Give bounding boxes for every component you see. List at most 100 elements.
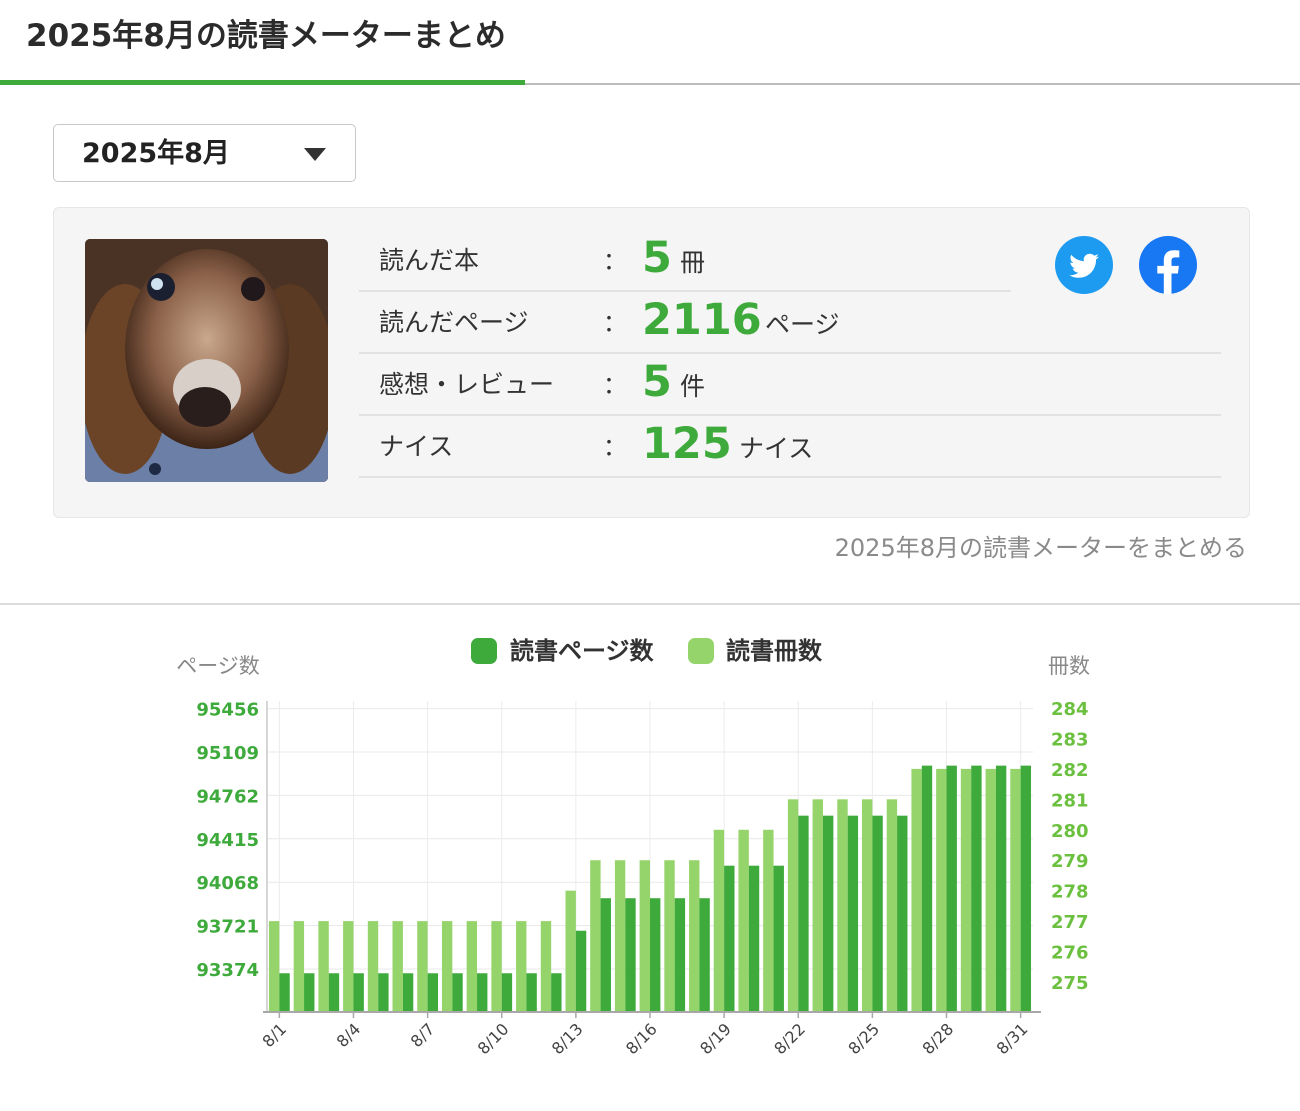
stat-row-reviews: 感想・レビュー ： 5 件 <box>359 354 1221 416</box>
left-tick-label: 94762 <box>196 786 259 807</box>
left-tick-label: 94068 <box>196 873 259 894</box>
left-axis-title: ページ数 <box>176 654 260 678</box>
right-axis-title: 冊数 <box>1048 654 1090 678</box>
bar-books <box>812 799 823 1012</box>
bar-pages <box>328 973 340 1012</box>
stat-row-pages: 読んだページ ： 2116 ページ <box>359 292 1221 354</box>
bar-books <box>985 768 996 1012</box>
bar-pages <box>279 973 290 1012</box>
bar-pages <box>822 815 834 1012</box>
x-tick-label: 8/16 <box>622 1019 661 1058</box>
bar-pages <box>402 973 414 1012</box>
legend-swatch-books <box>688 638 714 664</box>
bar-books <box>689 860 700 1012</box>
facebook-icon <box>1139 236 1197 294</box>
page-title: 2025年8月の読書メーターまとめ <box>26 18 506 54</box>
bar-pages <box>724 865 735 1012</box>
bar-pages <box>600 898 611 1012</box>
month-select-value: 2025年8月 <box>82 138 230 169</box>
bar-pages <box>897 815 908 1012</box>
bar-books <box>862 799 873 1012</box>
left-tick-label: 95456 <box>196 700 259 721</box>
stat-colon: ： <box>603 433 627 461</box>
stat-colon: ： <box>603 247 627 275</box>
twitter-share-button[interactable] <box>1055 236 1113 294</box>
bar-pages <box>674 898 686 1012</box>
chevron-down-icon <box>304 148 326 161</box>
bar-books <box>837 799 848 1012</box>
bar-pages <box>477 973 488 1012</box>
right-tick-label: 282 <box>1051 760 1089 781</box>
bar-books <box>911 768 922 1012</box>
title-accent-bar <box>0 80 525 85</box>
x-tick-label: 8/4 <box>333 1019 365 1051</box>
legend-swatch-pages <box>471 638 497 664</box>
facebook-share-button[interactable] <box>1139 236 1197 294</box>
x-tick-label: 8/25 <box>844 1019 883 1058</box>
bar-books <box>367 921 379 1012</box>
bar-pages <box>304 973 315 1012</box>
bar-books <box>886 799 898 1012</box>
bar-books <box>664 860 675 1012</box>
stat-colon: ： <box>603 371 627 399</box>
stat-label: ナイス <box>379 432 454 461</box>
avatar[interactable] <box>85 239 328 482</box>
bar-pages <box>427 973 438 1012</box>
x-tick-label: 8/28 <box>918 1019 957 1058</box>
stat-label: 読んだページ <box>379 308 529 337</box>
bar-pages <box>452 973 463 1012</box>
bar-books <box>441 921 453 1012</box>
x-tick-label: 8/7 <box>407 1019 439 1051</box>
left-tick-label: 93721 <box>196 917 259 938</box>
stat-unit: ページ <box>765 310 840 339</box>
bar-books <box>1010 768 1021 1012</box>
stat-unit: ナイス <box>739 434 814 463</box>
x-tick-label: 8/31 <box>993 1019 1032 1058</box>
bar-books <box>590 860 601 1012</box>
month-select[interactable]: 2025年8月 <box>53 124 356 182</box>
x-tick-label: 8/13 <box>548 1019 587 1058</box>
bar-pages <box>526 973 537 1012</box>
bar-pages <box>501 973 513 1012</box>
bar-books <box>293 921 305 1012</box>
share-summary-link[interactable]: 2025年8月の読書メーターをまとめる <box>835 528 1247 563</box>
right-tick-label: 279 <box>1051 851 1089 872</box>
bar-pages <box>699 898 710 1012</box>
bar-pages <box>650 898 661 1012</box>
bar-books <box>713 829 725 1012</box>
bar-books <box>318 921 329 1012</box>
stat-colon: ： <box>603 309 627 337</box>
bar-books <box>639 860 650 1012</box>
bar-books <box>787 799 799 1012</box>
bar-pages <box>773 865 784 1012</box>
bar-books <box>491 921 502 1012</box>
x-tick-label: 8/1 <box>259 1019 291 1051</box>
bar-books <box>343 921 354 1012</box>
chart-svg: 93374 93721 94068 94415 94762 95109 95456 275 27… <box>176 637 1090 1058</box>
stat-label: 読んだ本 <box>379 246 480 275</box>
bar-pages <box>847 815 859 1012</box>
right-tick-label: 277 <box>1051 912 1089 933</box>
summary-panel: 読んだ本 ： 5 冊 読んだページ ： 2116 ページ 感想・レビュー ： 5… <box>53 207 1250 518</box>
bar-pages <box>971 765 982 1012</box>
bar-pages <box>946 765 957 1012</box>
stat-row-nice: ナイス ： 125 ナイス <box>359 416 1221 478</box>
right-tick-label: 275 <box>1051 973 1089 994</box>
legend-label-books: 読書冊数 <box>726 637 823 665</box>
stat-value: 125 <box>642 419 732 469</box>
bar-books <box>466 921 478 1012</box>
bar-books <box>565 890 576 1012</box>
bar-pages <box>625 898 636 1012</box>
bar-pages <box>1020 765 1032 1012</box>
reading-chart: 93374 93721 94068 94415 94762 95109 95456 275 27… <box>0 605 1300 1107</box>
x-tick-label: 8/22 <box>770 1019 809 1058</box>
right-tick-label: 284 <box>1051 699 1089 720</box>
stat-row-books: 読んだ本 ： 5 冊 <box>359 230 1011 292</box>
bar-pages <box>575 930 587 1012</box>
bar-books <box>392 921 403 1012</box>
bar-pages <box>551 973 562 1012</box>
x-tick-label: 8/10 <box>474 1019 513 1058</box>
stat-value: 5 <box>642 233 672 283</box>
stat-unit: 件 <box>680 372 706 401</box>
dog-photo <box>85 239 328 482</box>
